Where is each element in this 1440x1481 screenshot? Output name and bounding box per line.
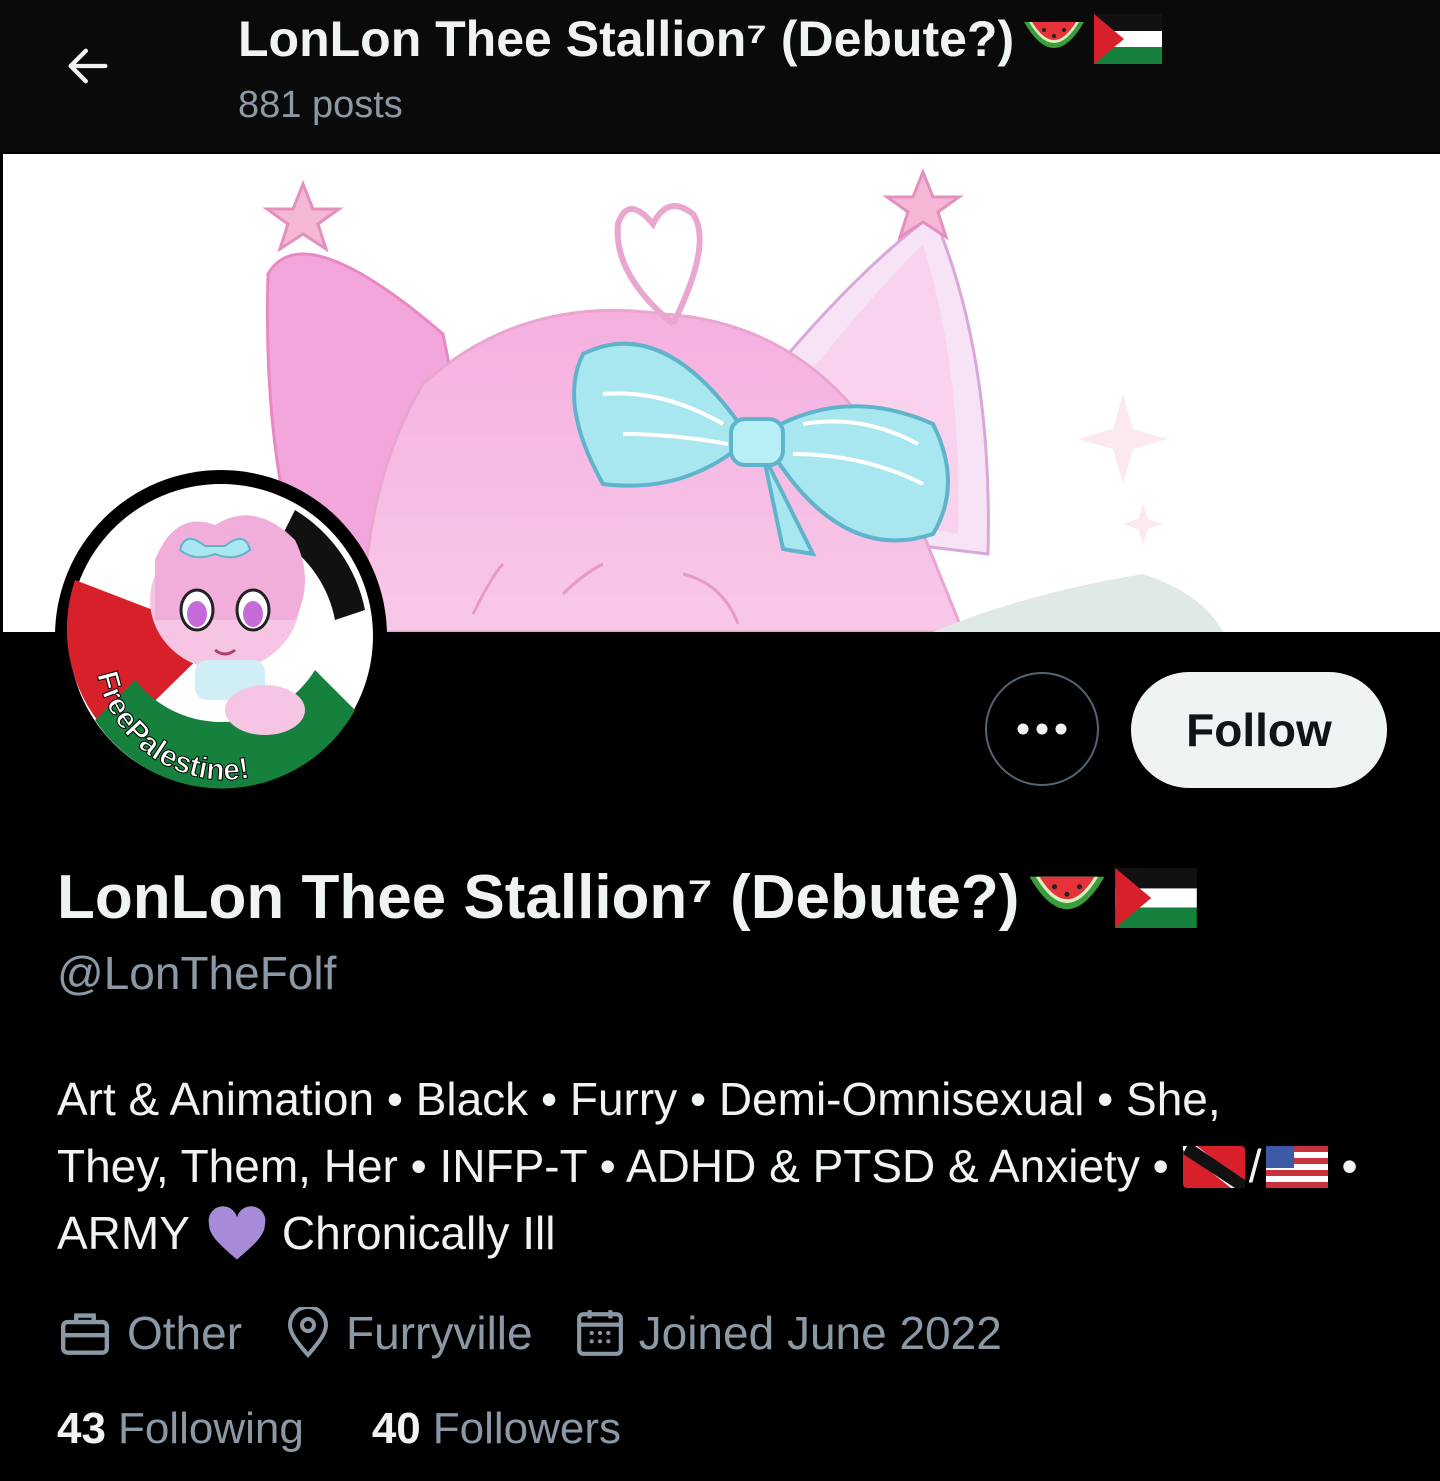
followers-link[interactable]: 40 Followers — [372, 1404, 621, 1454]
trinidad-flag-icon — [1182, 1145, 1245, 1188]
palestine-flag-icon — [1115, 867, 1198, 928]
briefcase-icon — [61, 1313, 109, 1355]
profile-meta: Other Furryville Joined June 2022 — [57, 1302, 1044, 1364]
followers-count: 40 — [371, 1404, 421, 1453]
meta-joined: Joined June 2022 — [575, 1306, 1002, 1360]
bio-line-2: They, Them, Her • INFP-T • ADHD & PTSD &… — [57, 1140, 1169, 1192]
meta-category: Other — [57, 1306, 242, 1360]
bio-chronically-ill: Chronically Ill — [281, 1207, 556, 1259]
purple-heart-icon — [208, 1205, 266, 1259]
back-button[interactable] — [58, 36, 118, 96]
bio-army: ARMY — [57, 1207, 190, 1259]
following-label: Following — [117, 1404, 304, 1453]
post-count: 881 posts — [238, 84, 403, 126]
top-bar: LonLon Thee Stallion⁷ (Debute?) 881 post… — [0, 0, 1440, 152]
category-text: Other — [127, 1307, 243, 1359]
location-text: Furryville — [346, 1307, 533, 1359]
following-link[interactable]: 43 Following — [57, 1404, 304, 1454]
watermelon-emoji-icon — [1029, 876, 1105, 909]
bio-bullet: • — [1341, 1140, 1358, 1192]
user-handle: @LonTheFolf — [57, 947, 337, 999]
palestine-flag-icon — [1094, 14, 1163, 64]
avatar-image: FreePalestine! — [61, 476, 381, 796]
bio-flag-separator: / — [1248, 1140, 1262, 1192]
bio-line: They, Them, Her • INFP-T • ADHD & PTSD &… — [57, 1133, 1397, 1200]
joined-text: Joined June 2022 — [638, 1307, 1002, 1359]
follow-stats: 43 Following 40 Followers — [57, 1404, 689, 1454]
more-options-button[interactable] — [985, 672, 1099, 786]
usa-flag-icon — [1265, 1145, 1328, 1188]
display-name-text: LonLon Thee Stallion⁷ (Debute?) — [57, 863, 1020, 932]
bio-line: ARMY Chronically Ill — [57, 1200, 1397, 1267]
bio-line-1: Art & Animation • Black • Furry • Demi-O… — [57, 1073, 1221, 1125]
location-pin-icon — [288, 1307, 329, 1359]
follow-button[interactable]: Follow — [1131, 672, 1387, 788]
meta-location: Furryville — [284, 1306, 533, 1360]
calendar-icon — [576, 1310, 623, 1356]
profile-avatar[interactable]: FreePalestine! — [55, 470, 387, 802]
watermelon-emoji-icon — [1024, 22, 1085, 48]
header-title: LonLon Thee Stallion⁷ (Debute?) — [238, 10, 1163, 68]
followers-label: Followers — [432, 1404, 622, 1453]
bio-line: Art & Animation • Black • Furry • Demi-O… — [57, 1066, 1397, 1133]
header-title-text: LonLon Thee Stallion⁷ (Debute?) — [238, 11, 1015, 67]
display-name: LonLon Thee Stallion⁷ (Debute?) — [57, 862, 1198, 933]
profile-bio: Art & Animation • Black • Furry • Demi-O… — [57, 1066, 1397, 1267]
more-icon — [1017, 723, 1067, 735]
back-arrow-icon — [68, 48, 108, 84]
following-count: 43 — [57, 1404, 106, 1453]
